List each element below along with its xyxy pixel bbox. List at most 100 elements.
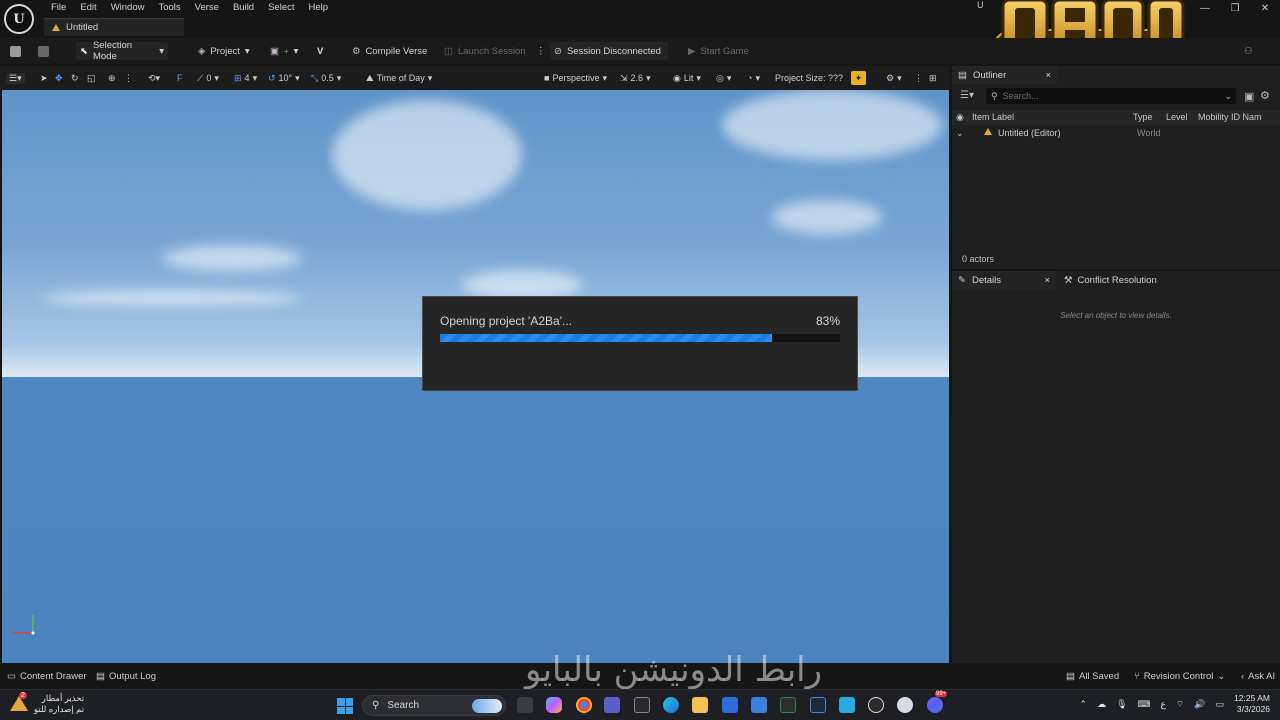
weather-widget[interactable]: 2 تحذير أمطار تم إصداره للتو — [10, 692, 84, 715]
teams-icon[interactable] — [604, 697, 620, 713]
surface-snap-button[interactable]: ⟲▾ — [148, 71, 160, 85]
world-space-toggle[interactable]: ⊕ — [108, 71, 116, 85]
language-indicator[interactable]: ع — [1161, 699, 1166, 710]
layout-button[interactable]: ⊞ — [929, 71, 937, 85]
column-id-name[interactable]: ID Nam — [1231, 112, 1262, 122]
close-icon[interactable]: × — [1044, 275, 1050, 286]
unreal-logo-icon[interactable]: U — [4, 4, 34, 34]
viewport-more-button[interactable]: ⋮ — [914, 71, 923, 85]
menu-verse[interactable]: Verse — [188, 2, 226, 14]
snap-toggle[interactable]: F — [177, 71, 183, 85]
edge-icon[interactable] — [663, 697, 679, 713]
tab-conflict-resolution[interactable]: ⚒ Conflict Resolution — [1060, 271, 1161, 290]
file-explorer-icon[interactable] — [692, 697, 708, 713]
progress-bar-fill — [440, 334, 772, 342]
translate-tool[interactable]: ✥ — [55, 71, 63, 85]
snap-count-dropdown[interactable]: ⟋ 0 ▾ — [197, 71, 219, 85]
grid-snap-dropdown[interactable]: ⊞ 4 ▾ — [234, 71, 257, 85]
column-type[interactable]: Type — [1133, 112, 1153, 122]
microphone-icon[interactable]: 🎙 — [1116, 699, 1127, 710]
menu-build[interactable]: Build — [226, 2, 261, 14]
time-of-day-dropdown[interactable]: ⛰ Time of Day ▾ — [366, 71, 432, 85]
ask-ai-button[interactable]: ‹ Ask AI — [1241, 671, 1275, 682]
eye-icon: ◎ — [716, 72, 724, 83]
close-window-button[interactable]: ✕ — [1250, 0, 1280, 16]
taskbar-search[interactable]: ⚲ Search — [362, 695, 506, 716]
rotate-tool[interactable]: ↻ — [71, 71, 79, 85]
wifi-icon[interactable]: ⌔ — [1176, 699, 1184, 710]
unreal-editor-icon[interactable] — [897, 697, 913, 713]
content-browser-button[interactable] — [34, 42, 53, 60]
user-settings-button[interactable]: ⚇ — [1240, 42, 1257, 60]
epic-games-icon[interactable] — [634, 697, 650, 713]
output-log-button[interactable]: ▤ Output Log — [96, 671, 156, 682]
chrome-icon[interactable] — [576, 697, 592, 713]
outlook-icon[interactable] — [751, 697, 767, 713]
project-dropdown[interactable]: ◈ Project ▾ — [194, 42, 254, 60]
task-view-icon[interactable] — [517, 697, 533, 713]
minimize-button[interactable]: — — [1190, 0, 1220, 16]
more-tools-button[interactable]: ⋮ — [124, 71, 133, 85]
keyboard-icon[interactable]: ⌨ — [1138, 699, 1151, 710]
save-button[interactable] — [6, 42, 25, 60]
compile-verse-button[interactable]: ⚙ Compile Verse — [348, 42, 431, 60]
verse-button[interactable]: V — [313, 42, 327, 60]
perspective-dropdown[interactable]: ■ Perspective ▾ — [544, 71, 607, 85]
lit-mode-dropdown[interactable]: ◉ Lit ▾ — [673, 71, 701, 85]
discord-icon[interactable]: 99+ — [927, 691, 948, 713]
scale-tool[interactable]: ◱ — [87, 71, 96, 85]
menu-window[interactable]: Window — [104, 2, 152, 14]
content-drawer-button[interactable]: ▭ Content Drawer — [7, 671, 87, 682]
rotation-snap-dropdown[interactable]: ↺ 10° ▾ — [268, 71, 300, 85]
tab-outliner[interactable]: ▤ Outliner × — [952, 66, 1057, 84]
add-folder-icon[interactable]: ▣ — [1244, 90, 1254, 103]
menu-edit[interactable]: Edit — [73, 2, 103, 14]
column-mobility[interactable]: Mobility — [1198, 112, 1229, 122]
selection-mode-dropdown[interactable]: ⬉ Selection Mode ▾ — [76, 40, 168, 62]
windows-start-button[interactable] — [337, 698, 353, 714]
viewport-options-button[interactable]: ☰▾ — [6, 71, 25, 85]
menu-help[interactable]: Help — [302, 2, 336, 14]
copilot-icon[interactable] — [546, 697, 562, 713]
store-icon[interactable] — [722, 697, 738, 713]
gear-icon[interactable]: ⚙ — [1260, 89, 1270, 102]
add-content-button[interactable]: ▣ + ▾ — [266, 42, 302, 60]
launch-session-button[interactable]: ◫ Launch Session — [440, 42, 530, 60]
tab-details[interactable]: ✎ Details × — [952, 271, 1056, 290]
expand-chevron-icon[interactable]: ⌄ — [956, 128, 964, 139]
close-icon[interactable]: × — [1045, 70, 1051, 81]
facebook-icon[interactable] — [839, 697, 855, 713]
filter-icon[interactable]: ☰▾ — [960, 90, 974, 101]
battery-icon[interactable]: ▭ — [1216, 699, 1225, 710]
revision-control-button[interactable]: ⑂ Revision Control ⌄ — [1134, 671, 1225, 682]
excel-icon[interactable] — [780, 697, 796, 713]
clock[interactable]: 12:25 AM 3/3/2026 — [1234, 693, 1270, 715]
realtime-toggle[interactable]: ✦ — [851, 71, 866, 85]
more-options-button[interactable]: ⋮ — [532, 42, 550, 60]
menu-select[interactable]: Select — [261, 2, 301, 14]
visibility-icon[interactable]: ◉ — [956, 112, 964, 123]
viewport-settings-dropdown[interactable]: ⚙ ▾ — [886, 71, 902, 85]
column-level[interactable]: Level — [1166, 112, 1188, 122]
camera-speed-dropdown[interactable]: ⇲ 2.6 ▾ — [620, 71, 651, 85]
steam-icon[interactable] — [868, 697, 884, 713]
session-status-button[interactable]: ⊘ Session Disconnected — [550, 42, 668, 60]
app-icon[interactable] — [810, 697, 826, 713]
column-item-label[interactable]: Item Label — [972, 112, 1014, 122]
start-game-button[interactable]: ▶ Start Game — [684, 42, 753, 60]
select-tool[interactable]: ➤ — [40, 71, 48, 85]
all-saved-button[interactable]: ▤ All Saved — [1066, 671, 1119, 682]
volume-icon[interactable]: 🔊 — [1194, 699, 1205, 710]
outliner-row[interactable]: ⌄ Untitled (Editor) World — [952, 127, 1280, 141]
restore-button[interactable]: ❐ — [1220, 0, 1250, 16]
menu-file[interactable]: File — [44, 2, 73, 14]
show-flags-dropdown[interactable]: ◎ ▾ — [716, 71, 731, 85]
document-tab[interactable]: Untitled — [44, 18, 184, 36]
search-icon: ⚲ — [372, 700, 380, 711]
chevron-up-icon[interactable]: ⌃ — [1080, 699, 1088, 710]
cloud-icon[interactable]: ☁ — [1097, 699, 1106, 710]
menu-tools[interactable]: Tools — [151, 2, 187, 14]
outliner-search-input[interactable]: ⚲ Search... ⌄ — [986, 88, 1236, 104]
performance-dropdown[interactable]: ◔ ▾ — [747, 71, 760, 85]
scale-snap-dropdown[interactable]: ⤡ 0.5 ▾ — [311, 71, 341, 85]
